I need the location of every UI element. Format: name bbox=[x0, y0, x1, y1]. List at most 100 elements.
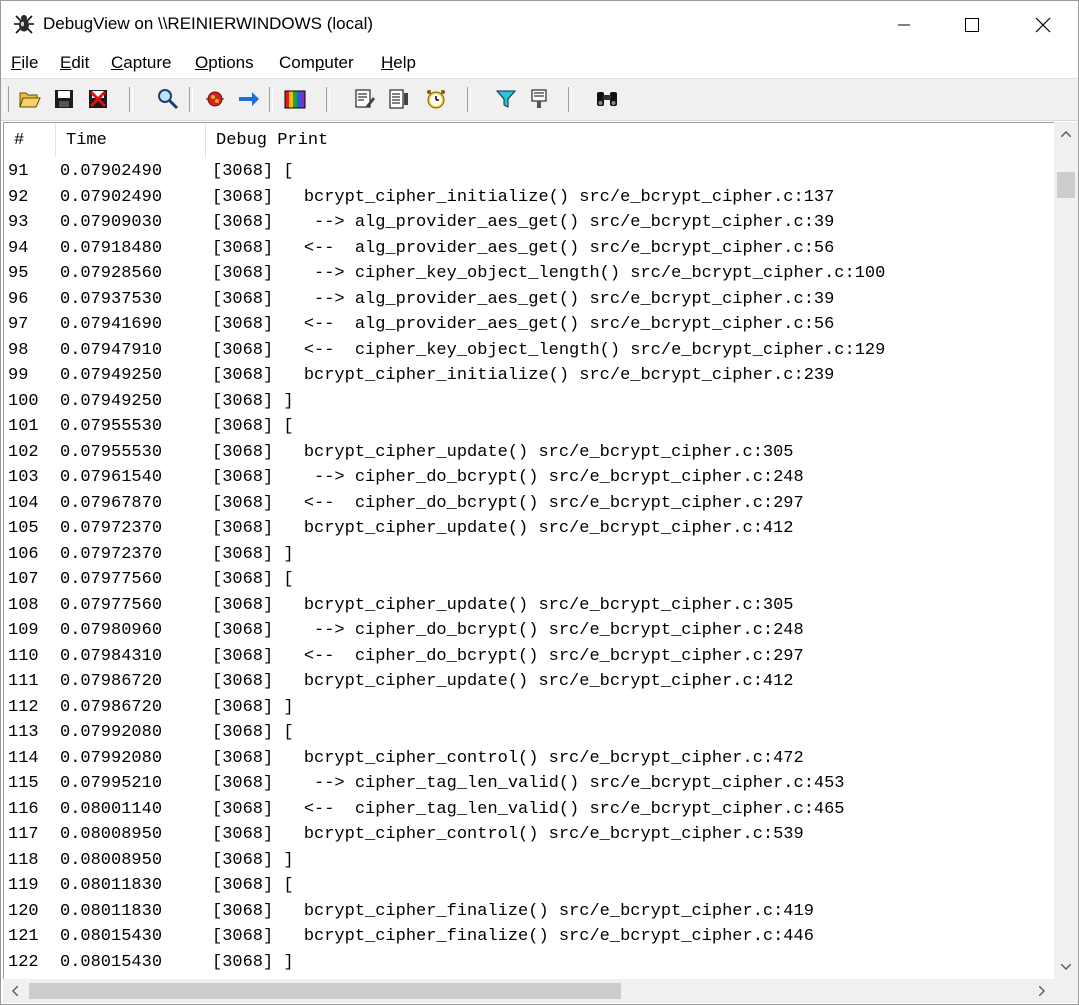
table-row[interactable]: 107 0.07977560 [3068] [ bbox=[4, 567, 1055, 593]
row-debug-print: [3068] <-- alg_provider_aes_get() src/e_… bbox=[212, 238, 835, 258]
minimize-icon bbox=[898, 24, 910, 25]
chevron-left-icon bbox=[12, 986, 18, 996]
table-row[interactable]: 118 0.08008950 [3068] ] bbox=[4, 848, 1055, 874]
row-debug-print: [3068] --> cipher_tag_len_valid() src/e_… bbox=[212, 774, 845, 793]
table-row[interactable]: 108 0.07977560 [3068] bcrypt_cipher_update… bbox=[4, 593, 1055, 619]
history-depth-button[interactable] bbox=[353, 87, 377, 111]
binoculars-icon bbox=[597, 92, 617, 106]
menu-edit[interactable]: Edit bbox=[60, 53, 89, 73]
highlight-button[interactable] bbox=[284, 87, 308, 111]
table-row[interactable]: 91 0.07902490 [3068] [ bbox=[4, 159, 1055, 185]
menu-options[interactable]: Options bbox=[195, 53, 254, 73]
table-row[interactable]: 105 0.07972370 [3068] bcrypt_cipher_update… bbox=[4, 516, 1055, 542]
table-row[interactable]: 99 0.07949250 [3068] bcrypt_cipher_initial… bbox=[4, 363, 1055, 389]
open-button[interactable] bbox=[18, 87, 42, 111]
table-row[interactable]: 117 0.08008950 [3068] bcrypt_cipher_contro… bbox=[4, 822, 1055, 848]
table-row[interactable]: 101 0.07955530 [3068] [ bbox=[4, 414, 1055, 440]
row-debug-print: [3068] [ bbox=[212, 723, 294, 742]
table-row[interactable]: 94 0.07918480 [3068] <-- alg_provider_aes_… bbox=[4, 236, 1055, 262]
row-debug-print: [3068] bcrypt_cipher_control() src/e_bcr… bbox=[212, 748, 804, 768]
capture-button[interactable] bbox=[203, 87, 227, 111]
scroll-right-button[interactable] bbox=[1030, 979, 1054, 1003]
row-debug-print: [3068] <-- cipher_tag_len_valid() src/e_… bbox=[212, 799, 845, 819]
table-row[interactable]: 122 0.08015430 [3068] ] bbox=[4, 950, 1055, 976]
row-debug-print: [3068] --> cipher_do_bcrypt() src/e_bcry… bbox=[212, 621, 804, 640]
toolbar-grip[interactable] bbox=[4, 86, 9, 112]
scroll-up-button[interactable] bbox=[1054, 122, 1078, 146]
table-row[interactable]: 96 0.07937530 [3068] --> alg_provider_aes_… bbox=[4, 287, 1055, 313]
filter-button[interactable] bbox=[494, 87, 518, 111]
row-number: 91 bbox=[8, 162, 29, 181]
column-header-debug-print[interactable]: Debug Print bbox=[216, 131, 328, 150]
table-row[interactable]: 112 0.07986720 [3068] ] bbox=[4, 695, 1055, 721]
table-row[interactable]: 92 0.07902490 [3068] bcrypt_cipher_initial… bbox=[4, 185, 1055, 211]
toolbar-separator bbox=[568, 87, 572, 112]
menu-capture[interactable]: Capture bbox=[111, 53, 171, 73]
scroll-down-button[interactable] bbox=[1054, 955, 1078, 979]
table-row[interactable]: 102 0.07955530 [3068] bcrypt_cipher_update… bbox=[4, 440, 1055, 466]
table-row[interactable]: 97 0.07941690 [3068] <-- alg_provider_aes_… bbox=[4, 312, 1055, 338]
horizontal-scroll-thumb[interactable] bbox=[29, 983, 621, 999]
row-debug-print: [3068] <-- cipher_key_object_length() sr… bbox=[212, 340, 886, 360]
menu-bar: File Edit Capture Options Computer Help bbox=[1, 48, 1078, 77]
table-row[interactable]: 113 0.07992080 [3068] [ bbox=[4, 720, 1055, 746]
close-button[interactable] bbox=[1008, 1, 1078, 48]
table-row[interactable]: 106 0.07972370 [3068] ] bbox=[4, 542, 1055, 568]
row-time: 0.08015430 bbox=[60, 952, 163, 972]
column-divider[interactable] bbox=[205, 123, 206, 158]
table-row[interactable]: 100 0.07949250 [3068] ] bbox=[4, 389, 1055, 415]
find-button[interactable] bbox=[156, 87, 180, 111]
menu-help[interactable]: Help bbox=[381, 53, 416, 73]
table-row[interactable]: 111 0.07986720 [3068] bcrypt_cipher_update… bbox=[4, 669, 1055, 695]
row-number: 104 bbox=[8, 493, 39, 513]
table-row[interactable]: 119 0.08011830 [3068] [ bbox=[4, 873, 1055, 899]
minimize-button[interactable] bbox=[869, 1, 939, 48]
row-time: 0.07918480 bbox=[60, 238, 163, 258]
maximize-icon bbox=[965, 17, 979, 32]
row-debug-print: [3068] [ bbox=[212, 162, 294, 181]
clear-display-button[interactable] bbox=[86, 87, 110, 111]
find-binoculars-button[interactable] bbox=[595, 87, 619, 111]
history-icon bbox=[355, 89, 375, 108]
vertical-scroll-thumb[interactable] bbox=[1057, 172, 1075, 198]
row-time: 0.08011830 bbox=[60, 876, 163, 895]
vertical-scrollbar[interactable] bbox=[1054, 122, 1078, 979]
column-divider[interactable] bbox=[55, 123, 56, 158]
row-number: 106 bbox=[8, 544, 39, 564]
chevron-down-icon bbox=[1061, 964, 1071, 970]
row-number: 121 bbox=[8, 927, 39, 946]
horizontal-scrollbar[interactable] bbox=[3, 979, 1054, 1003]
table-row[interactable]: 109 0.07980960 [3068] --> cipher_do_bcrypt… bbox=[4, 618, 1055, 644]
close-icon bbox=[1035, 17, 1051, 32]
menu-computer[interactable]: Computer bbox=[279, 53, 354, 73]
title-bar[interactable]: DebugView on \\REINIERWINDOWS (local) bbox=[1, 1, 1078, 48]
timestamp-icon bbox=[389, 89, 408, 109]
show-time-button[interactable] bbox=[387, 87, 411, 111]
table-row[interactable]: 93 0.07909030 [3068] --> alg_provider_aes_… bbox=[4, 210, 1055, 236]
menu-file[interactable]: File bbox=[11, 53, 38, 73]
debugview-bug-icon bbox=[13, 13, 35, 35]
table-row[interactable]: 116 0.08001140 [3068] <-- cipher_tag_len_v… bbox=[4, 797, 1055, 823]
column-header-time[interactable]: Time bbox=[66, 131, 107, 150]
row-debug-print: [3068] [ bbox=[212, 570, 294, 589]
table-row[interactable]: 103 0.07961540 [3068] --> cipher_do_bcrypt… bbox=[4, 465, 1055, 491]
table-row[interactable]: 104 0.07967870 [3068] <-- cipher_do_bcrypt… bbox=[4, 491, 1055, 517]
filter-clear-button[interactable] bbox=[527, 87, 551, 111]
table-row[interactable]: 110 0.07984310 [3068] <-- cipher_do_bcrypt… bbox=[4, 644, 1055, 670]
table-row[interactable]: 115 0.07995210 [3068] --> cipher_tag_len_v… bbox=[4, 771, 1055, 797]
scroll-left-button[interactable] bbox=[3, 979, 27, 1003]
toolbar bbox=[1, 78, 1078, 121]
save-button[interactable] bbox=[52, 87, 76, 111]
table-row[interactable]: 121 0.08015430 [3068] bcrypt_cipher_finali… bbox=[4, 924, 1055, 950]
debug-output-list[interactable]: # Time Debug Print 91 0.07902490 [3068] [9… bbox=[3, 122, 1055, 980]
table-row[interactable]: 98 0.07947910 [3068] <-- cipher_key_object… bbox=[4, 338, 1055, 364]
maximize-button[interactable] bbox=[937, 1, 1007, 48]
clock-time-button[interactable] bbox=[424, 87, 448, 111]
autoscroll-button[interactable] bbox=[237, 87, 261, 111]
row-debug-print: [3068] <-- cipher_do_bcrypt() src/e_bcry… bbox=[212, 646, 804, 666]
table-row[interactable]: 114 0.07992080 [3068] bcrypt_cipher_contro… bbox=[4, 746, 1055, 772]
list-header: # Time Debug Print bbox=[4, 123, 1055, 158]
table-row[interactable]: 120 0.08011830 [3068] bcrypt_cipher_finali… bbox=[4, 899, 1055, 925]
column-header-number[interactable]: # bbox=[14, 131, 24, 150]
table-row[interactable]: 95 0.07928560 [3068] --> cipher_key_object… bbox=[4, 261, 1055, 287]
